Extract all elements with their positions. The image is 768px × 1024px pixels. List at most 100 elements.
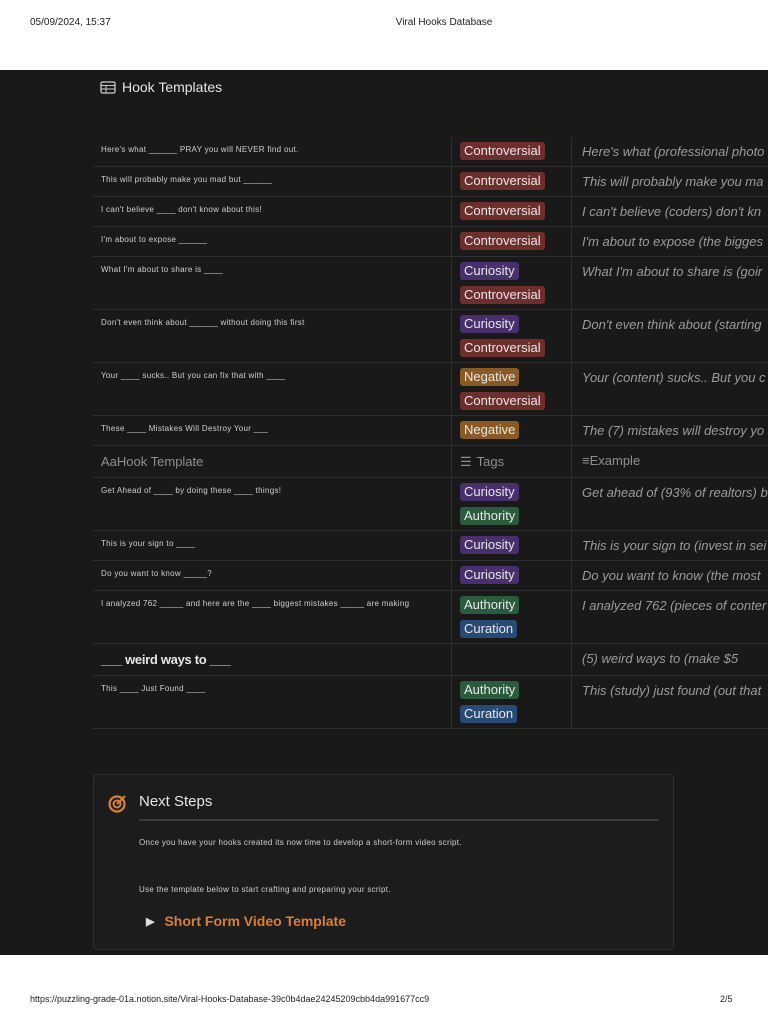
example-cell[interactable]: Do you want to know (the most — [572, 561, 768, 590]
example-cell[interactable]: Your (content) sucks.. But you c — [572, 363, 768, 415]
hook-cell[interactable]: Get Ahead of ____ by doing these ____ th… — [93, 478, 452, 530]
text-lines-icon: ≡ — [582, 453, 590, 468]
print-url: https://puzzling-grade-01a.notion.site/V… — [30, 994, 430, 1004]
hook-cell[interactable]: This will probably make you mad but ____… — [93, 167, 452, 196]
example-cell[interactable]: I analyzed 762 (pieces of conter — [572, 591, 768, 643]
toggle-label: Short Form Video Template — [164, 913, 346, 929]
tags-cell[interactable]: Controversial — [452, 197, 572, 226]
table-icon — [100, 80, 116, 94]
tag-controversial: Controversial — [460, 392, 545, 410]
example-cell[interactable]: (5) weird ways to (make $5 — [572, 644, 768, 675]
notion-page: Hook Templates Here's what ______ PRAY y… — [0, 70, 768, 955]
table-row[interactable]: ___ weird ways to ___ (5) weird ways to (… — [93, 644, 768, 676]
example-cell[interactable]: Don't even think about (starting — [572, 310, 768, 362]
next-steps-paragraph: Once you have your hooks created its now… — [139, 838, 462, 847]
tags-cell[interactable]: Curiosity Controversial — [452, 310, 572, 362]
tag-curiosity: Curiosity — [460, 262, 519, 280]
table-row[interactable]: I analyzed 762 _____ and here are the __… — [93, 591, 768, 644]
example-cell[interactable]: What I'm about to share is (goir — [572, 257, 768, 309]
tag-controversial: Controversial — [460, 172, 545, 190]
tag-curation: Curation — [460, 620, 518, 638]
tag-controversial: Controversial — [460, 339, 545, 357]
column-hook[interactable]: AaHook Template — [93, 446, 452, 477]
example-cell[interactable]: Get ahead of (93% of realtors) b — [572, 478, 768, 530]
table-row[interactable]: Your ____ sucks.. But you can fix that w… — [93, 363, 768, 416]
column-label: Tags — [476, 454, 505, 469]
tag-curiosity: Curiosity — [460, 315, 519, 333]
tags-cell[interactable]: Authority Curation — [452, 591, 572, 643]
hook-cell[interactable]: These ____ Mistakes Will Destroy Your __… — [93, 416, 452, 445]
column-tags[interactable]: ☰ Tags — [452, 446, 572, 477]
tag-negative: Negative — [460, 368, 520, 386]
column-label: Example — [589, 453, 641, 468]
hook-cell[interactable]: Here's what ______ PRAY you will NEVER f… — [93, 137, 452, 166]
table-row[interactable]: This ____ Just Found ____ Authority Curati… — [93, 676, 768, 729]
tag-curation: Curation — [460, 705, 518, 723]
table-row[interactable]: Get Ahead of ____ by doing these ____ th… — [93, 478, 768, 531]
example-cell[interactable]: Here's what (professional photo — [572, 137, 768, 166]
hook-cell[interactable]: I analyzed 762 _____ and here are the __… — [93, 591, 452, 643]
tags-cell[interactable]: Negative Controversial — [452, 363, 572, 415]
column-label: Hook Template — [116, 454, 204, 469]
tag-authority: Authority — [460, 507, 520, 525]
database-title[interactable]: Hook Templates — [100, 79, 222, 95]
table-row[interactable]: This will probably make you mad but ____… — [93, 167, 768, 197]
hook-cell[interactable]: ___ weird ways to ___ — [93, 644, 452, 675]
tags-cell[interactable]: Negative — [452, 416, 572, 445]
example-cell[interactable]: This is your sign to (invest in sei — [572, 531, 768, 560]
next-steps-paragraph-2: Use the template below to start crafting… — [139, 885, 391, 894]
hook-cell[interactable]: Your ____ sucks.. But you can fix that w… — [93, 363, 452, 415]
example-cell[interactable]: The (7) mistakes will destroy yo — [572, 416, 768, 445]
divider — [139, 819, 659, 821]
tags-cell[interactable]: Controversial — [452, 137, 572, 166]
tag-controversial: Controversial — [460, 202, 545, 220]
tags-cell[interactable]: Controversial — [452, 167, 572, 196]
tag-controversial: Controversial — [460, 232, 545, 250]
next-steps-callout: Next Steps Once you have your hooks crea… — [93, 774, 674, 950]
table-row[interactable]: Don't even think about ______ without do… — [93, 310, 768, 363]
hooks-table: Here's what ______ PRAY you will NEVER f… — [93, 137, 768, 729]
example-cell[interactable]: I can't believe (coders) don't kn — [572, 197, 768, 226]
example-cell[interactable]: This will probably make you ma — [572, 167, 768, 196]
tag-negative: Negative — [460, 421, 520, 439]
table-row[interactable]: What I'm about to share is ____ Curiosity… — [93, 257, 768, 310]
tag-curiosity: Curiosity — [460, 566, 519, 584]
hook-cell[interactable]: This ____ Just Found ____ — [93, 676, 452, 728]
tags-cell[interactable]: Curiosity Controversial — [452, 257, 572, 309]
print-page: 2/5 — [720, 994, 733, 1004]
table-header: AaHook Template ☰ Tags ≡Example — [93, 446, 768, 478]
tag-authority: Authority — [460, 681, 520, 699]
example-cell[interactable]: This (study) just found (out that — [572, 676, 768, 728]
tags-cell[interactable]: Curiosity — [452, 561, 572, 590]
tag-curiosity: Curiosity — [460, 483, 519, 501]
database-title-text: Hook Templates — [122, 79, 223, 95]
hook-cell[interactable]: This is your sign to ____ — [93, 531, 452, 560]
next-steps-title: Next Steps — [139, 793, 213, 810]
example-cell[interactable]: I'm about to expose (the bigges — [572, 227, 768, 256]
print-title: Viral Hooks Database — [395, 17, 493, 28]
hook-cell[interactable]: Do you want to know _____? — [93, 561, 452, 590]
tags-cell[interactable]: Curiosity — [452, 531, 572, 560]
tag-controversial: Controversial — [460, 286, 545, 304]
hook-cell[interactable]: What I'm about to share is ____ — [93, 257, 452, 309]
text-type-icon: Aa — [101, 454, 117, 469]
tag-controversial: Controversial — [460, 142, 545, 160]
table-row[interactable]: I can't believe ____ don't know about th… — [93, 197, 768, 227]
tags-cell[interactable]: Controversial — [452, 227, 572, 256]
table-row[interactable]: Here's what ______ PRAY you will NEVER f… — [93, 137, 768, 167]
hook-cell[interactable]: Don't even think about ______ without do… — [93, 310, 452, 362]
tags-cell[interactable]: Authority Curation — [452, 676, 572, 728]
hook-cell[interactable]: I'm about to expose ______ — [93, 227, 452, 256]
short-form-template-toggle[interactable]: ▶ Short Form Video Template — [146, 913, 346, 929]
table-row[interactable]: I'm about to expose ______ Controversial I… — [93, 227, 768, 257]
list-icon: ☰ — [460, 453, 472, 469]
table-row[interactable]: These ____ Mistakes Will Destroy Your __… — [93, 416, 768, 446]
table-row[interactable]: Do you want to know _____? Curiosity Do yo… — [93, 561, 768, 591]
table-row[interactable]: This is your sign to ____ Curiosity This i… — [93, 531, 768, 561]
tag-curiosity: Curiosity — [460, 536, 519, 554]
column-example[interactable]: ≡Example — [572, 446, 768, 477]
tags-cell[interactable] — [452, 644, 572, 675]
hook-cell[interactable]: I can't believe ____ don't know about th… — [93, 197, 452, 226]
tags-cell[interactable]: Curiosity Authority — [452, 478, 572, 530]
target-icon — [108, 795, 126, 813]
